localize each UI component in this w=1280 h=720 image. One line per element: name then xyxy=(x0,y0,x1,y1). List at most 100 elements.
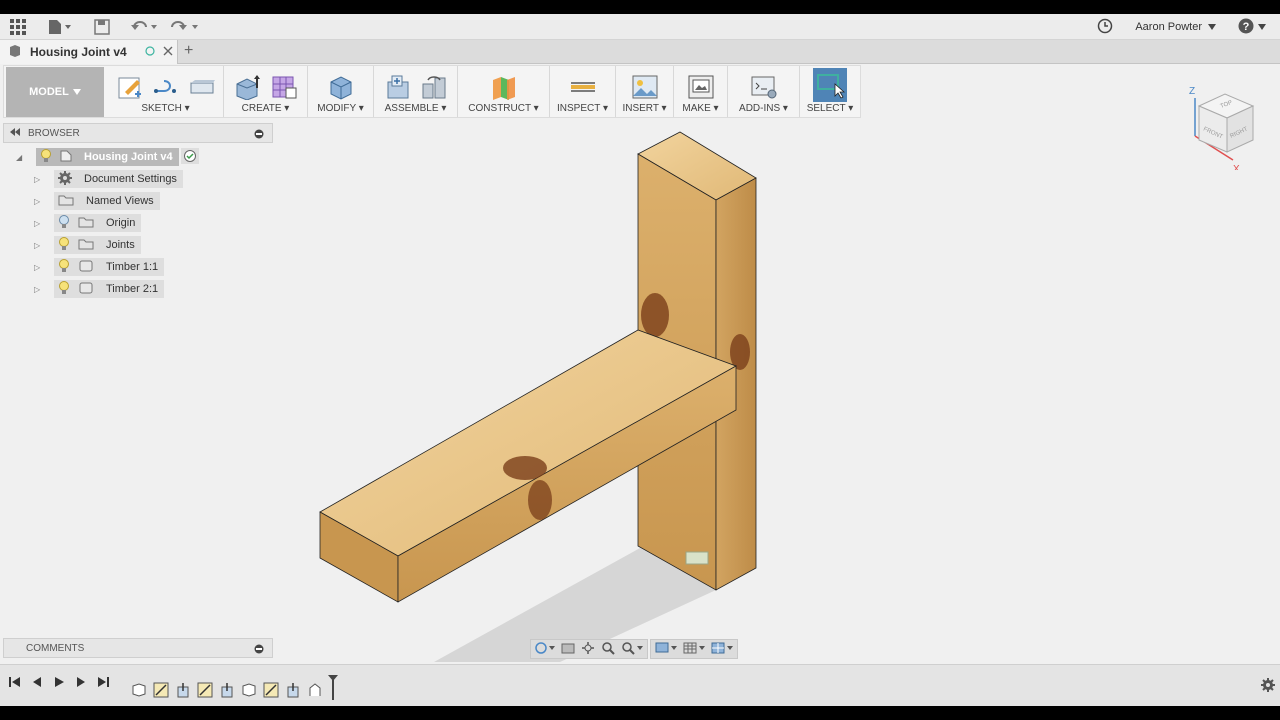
timber-model[interactable] xyxy=(276,118,1280,664)
expand-caret-icon[interactable]: ▷ xyxy=(34,197,44,206)
step-back-icon[interactable] xyxy=(30,675,44,692)
zoom-window-icon[interactable] xyxy=(621,641,643,658)
skip-to-end-icon[interactable] xyxy=(96,675,110,692)
expand-caret-icon[interactable]: ▷ xyxy=(34,175,44,184)
chevron-down-icon[interactable] xyxy=(1208,21,1216,33)
modify-group[interactable]: MODIFY ▾ xyxy=(308,66,374,117)
construct-group[interactable]: CONSTRUCT ▾ xyxy=(458,66,550,117)
lightbulb-icon[interactable] xyxy=(58,280,70,298)
collapse-panel-icon[interactable] xyxy=(10,127,20,139)
viewports-icon[interactable] xyxy=(711,641,733,658)
create-sketch-icon[interactable] xyxy=(115,72,145,102)
insert-group[interactable]: INSERT ▾ xyxy=(616,66,674,117)
tree-item[interactable]: Named Views xyxy=(54,192,160,210)
document-tab[interactable]: Housing Joint v4 xyxy=(0,40,178,64)
line-icon[interactable] xyxy=(151,72,181,102)
timeline-settings-gear-icon[interactable] xyxy=(1260,677,1276,696)
addins-group[interactable]: ADD-INS ▾ xyxy=(728,66,800,117)
tree-item[interactable]: Origin xyxy=(54,214,142,232)
make-group[interactable]: MAKE ▾ xyxy=(674,66,728,117)
tree-row-timber-1[interactable]: ▷ Timber 1:1 xyxy=(34,258,165,276)
timeline-joint-icon[interactable] xyxy=(306,681,324,699)
tree-row-joints[interactable]: ▷ Joints xyxy=(34,236,141,254)
comments-panel-header[interactable]: COMMENTS xyxy=(3,638,273,658)
tree-row-named-views[interactable]: ▷ Named Views xyxy=(34,192,160,210)
tree-root-row[interactable]: ◢ Housing Joint v4 xyxy=(16,147,199,167)
insert-image-icon[interactable] xyxy=(630,72,660,102)
lightbulb-icon[interactable] xyxy=(58,236,70,254)
select-icon[interactable] xyxy=(813,68,847,102)
display-settings-icon[interactable] xyxy=(655,641,677,658)
activate-check-icon[interactable] xyxy=(180,147,199,167)
expand-caret-icon[interactable]: ▷ xyxy=(34,219,44,228)
tree-item-label: Origin xyxy=(106,217,136,229)
look-at-icon[interactable] xyxy=(561,641,575,658)
timeline-sketch-icon[interactable] xyxy=(262,681,280,699)
step-forward-icon[interactable] xyxy=(74,675,88,692)
3d-viewport[interactable] xyxy=(276,118,1280,664)
lightbulb-icon[interactable] xyxy=(58,214,70,232)
tree-row-document-settings[interactable]: ▷ Document Settings xyxy=(34,170,183,188)
new-tab-plus-icon[interactable]: + xyxy=(184,42,193,60)
form-icon[interactable] xyxy=(269,72,299,102)
workspace-switcher[interactable]: MODEL xyxy=(6,67,104,117)
press-pull-icon[interactable] xyxy=(326,72,356,102)
app-grid-icon[interactable] xyxy=(10,19,26,35)
create-group[interactable]: CREATE ▾ xyxy=(224,66,308,117)
view-cube[interactable]: Z X TOP FRONT RIGHT xyxy=(1183,80,1263,175)
expand-caret-icon[interactable]: ▷ xyxy=(34,263,44,272)
grid-icon[interactable] xyxy=(683,641,705,658)
timeline-extrude-icon[interactable] xyxy=(174,681,192,699)
user-name[interactable]: Aaron Powter xyxy=(1135,21,1202,33)
job-status-icon[interactable] xyxy=(1097,18,1113,37)
assemble-group[interactable]: ASSEMBLE ▾ xyxy=(374,66,458,117)
chevron-down-icon[interactable] xyxy=(1258,21,1266,33)
tree-root-item[interactable]: Housing Joint v4 xyxy=(36,148,179,166)
lightbulb-icon[interactable] xyxy=(58,258,70,276)
component-icon xyxy=(78,282,94,297)
lightbulb-icon[interactable] xyxy=(40,148,52,166)
zoom-icon[interactable] xyxy=(601,641,615,658)
timeline-extrude-icon[interactable] xyxy=(284,681,302,699)
measure-icon[interactable] xyxy=(568,72,598,102)
sketch-group[interactable]: SKETCH ▾ xyxy=(108,66,224,117)
expand-caret-icon[interactable]: ▷ xyxy=(34,285,44,294)
joint-glyph-icon[interactable] xyxy=(685,551,709,565)
3d-print-icon[interactable] xyxy=(686,72,716,102)
timeline-marker[interactable] xyxy=(328,675,338,704)
extrude-icon[interactable] xyxy=(233,72,263,102)
undo-icon[interactable] xyxy=(130,19,160,35)
tree-item[interactable]: Joints xyxy=(54,236,141,254)
tree-item[interactable]: Document Settings xyxy=(54,170,183,188)
tree-row-origin[interactable]: ▷ Origin xyxy=(34,214,142,232)
expand-caret-icon[interactable]: ▷ xyxy=(34,241,44,250)
close-icon[interactable] xyxy=(163,46,173,59)
redo-icon[interactable] xyxy=(170,19,202,35)
timeline-sketch-icon[interactable] xyxy=(196,681,214,699)
orbit-icon[interactable] xyxy=(535,641,555,658)
panel-pin-icon[interactable] xyxy=(254,644,264,657)
browser-panel-header[interactable]: BROWSER xyxy=(3,123,273,143)
joint-icon[interactable] xyxy=(419,72,449,102)
new-component-icon[interactable] xyxy=(383,72,413,102)
help-icon[interactable]: ? xyxy=(1238,18,1254,37)
timeline-sketch-icon[interactable] xyxy=(152,681,170,699)
save-icon[interactable] xyxy=(94,19,110,35)
skip-to-start-icon[interactable] xyxy=(8,675,22,692)
tree-item[interactable]: Timber 2:1 xyxy=(54,280,165,298)
inspect-group[interactable]: INSPECT ▾ xyxy=(550,66,616,117)
offset-plane-icon[interactable] xyxy=(489,72,519,102)
tree-row-timber-2[interactable]: ▷ Timber 2:1 xyxy=(34,280,165,298)
scripts-icon[interactable] xyxy=(749,72,779,102)
pan-icon[interactable] xyxy=(581,641,595,658)
timeline-component-icon[interactable] xyxy=(130,681,148,699)
timeline-component-icon[interactable] xyxy=(240,681,258,699)
tree-item[interactable]: Timber 1:1 xyxy=(54,258,165,276)
play-icon[interactable] xyxy=(52,675,66,692)
expand-caret-icon[interactable]: ◢ xyxy=(16,153,26,162)
file-menu-icon[interactable] xyxy=(48,19,72,35)
timeline-extrude-icon[interactable] xyxy=(218,681,236,699)
panel-pin-icon[interactable] xyxy=(254,129,264,142)
rectangle-icon[interactable] xyxy=(187,72,217,102)
select-group[interactable]: SELECT ▾ xyxy=(800,66,860,117)
